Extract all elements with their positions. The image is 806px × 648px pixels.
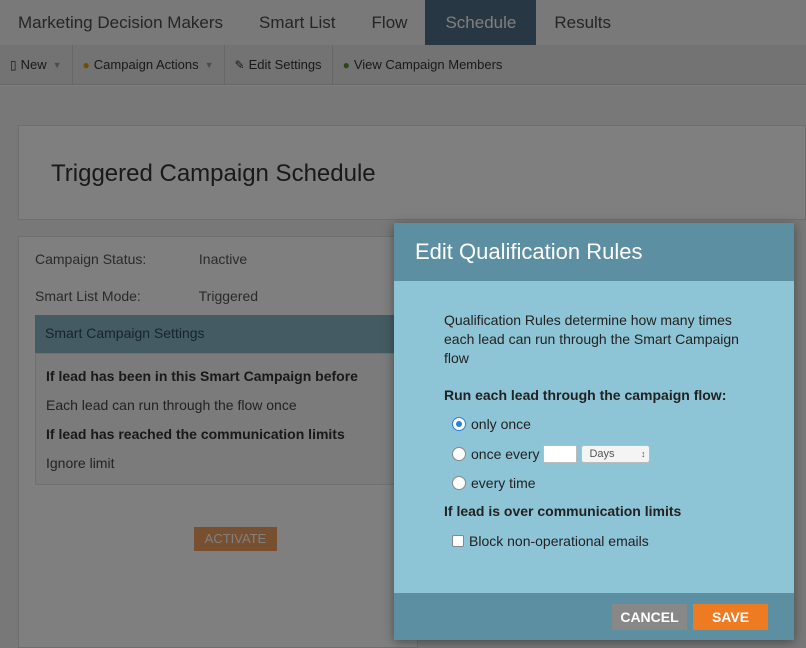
option-only-once[interactable]: only once <box>452 416 531 432</box>
radio-only-once[interactable] <box>452 417 466 431</box>
option-block-emails[interactable]: Block non-operational emails <box>452 533 649 549</box>
dialog-title: Edit Qualification Rules <box>394 223 794 281</box>
radio-once-every[interactable] <box>452 447 466 461</box>
dialog-body: Qualification Rules determine how many t… <box>394 281 794 593</box>
unit-selected-value: Days <box>589 448 615 460</box>
run-heading: Run each lead through the campaign flow: <box>444 387 727 403</box>
select-arrows-icon: ↕ <box>640 449 646 459</box>
option-every-time[interactable]: every time <box>452 475 536 491</box>
option-once-every-label: once every <box>471 446 540 462</box>
limits-heading: If lead is over communication limits <box>444 503 682 519</box>
once-every-count-input[interactable] <box>543 445 578 463</box>
once-every-unit-select[interactable]: Days ↕ <box>581 445 651 463</box>
dialog-footer: CANCEL SAVE <box>394 593 794 640</box>
option-only-once-label: only once <box>471 416 531 432</box>
option-every-time-label: every time <box>471 475 536 491</box>
dialog-description: Qualification Rules determine how many t… <box>444 312 739 366</box>
cancel-button[interactable]: CANCEL <box>612 604 687 630</box>
option-once-every[interactable]: once every Days ↕ <box>452 445 651 463</box>
edit-qualification-rules-dialog: Edit Qualification Rules Qualification R… <box>394 223 794 640</box>
block-emails-label: Block non-operational emails <box>469 533 649 549</box>
radio-every-time[interactable] <box>452 476 466 490</box>
save-button[interactable]: SAVE <box>693 604 768 630</box>
block-emails-checkbox[interactable] <box>452 535 464 547</box>
